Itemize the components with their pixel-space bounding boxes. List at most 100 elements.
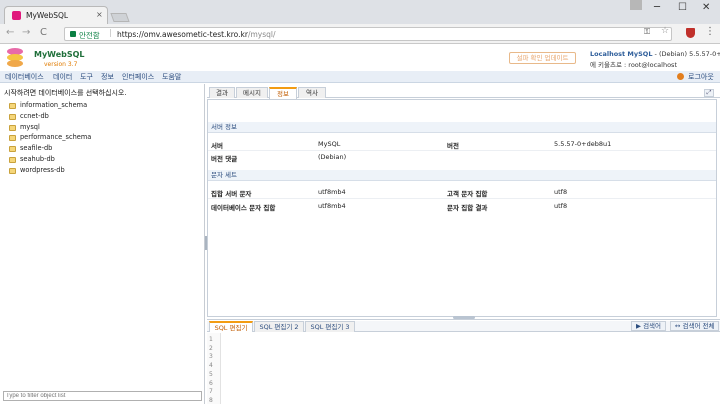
database-item[interactable]: seahub-db <box>6 155 91 166</box>
charset-header: 문자 세트 <box>208 170 716 181</box>
database-logo-icon <box>5 47 27 69</box>
sql-editor-panel: SQL 편집기 SQL 편집기 2 SQL 편집기 3 ▶ 검색어 ↔ 검색어 … <box>207 319 720 404</box>
database-item[interactable]: ccnet-db <box>6 112 91 123</box>
result-charset-label: 문자 집합 결과 <box>447 204 488 212</box>
database-item-label: information_schema <box>20 101 88 109</box>
user-info: 에 키울츠로 : root@localhost <box>590 61 677 69</box>
line-number: 2 <box>209 344 213 352</box>
database-item[interactable]: mysql <box>6 123 91 134</box>
version-value: 5.5.57-0+deb8u1 <box>554 140 612 148</box>
star-icon[interactable]: ☆ <box>661 26 669 36</box>
tab-title: MyWebSQL <box>26 11 69 20</box>
browser-window: MyWebSQL × ─ ☐ ✕ ← → C 안전함 | https://omv… <box>0 0 720 404</box>
secure-label: 안전함 <box>79 31 100 40</box>
back-icon[interactable]: ← <box>6 27 14 38</box>
database-item-label: performance_schema <box>20 133 92 142</box>
reload-icon[interactable]: C <box>40 27 47 38</box>
version-comment-value: (Debian) <box>318 153 347 161</box>
key-icon[interactable]: ⚿ <box>644 27 650 37</box>
result-charset-value: utf8 <box>554 202 568 210</box>
database-list: information_schema ccnet-db mysql performan… <box>6 101 91 177</box>
lock-icon <box>70 31 76 37</box>
database-icon <box>9 113 16 120</box>
database-icon <box>9 156 16 163</box>
server-charset-label: 집합 서버 문자 <box>211 190 252 198</box>
database-item[interactable]: information_schema <box>6 101 91 112</box>
app-title: MyWebSQL <box>34 50 85 59</box>
results-panel: 결과 메시지 정보 역사 ⤢ 서버 정보 서버 MySQL 버전 5.5.57-… <box>207 84 720 319</box>
connection-info: Localhost MySQL - (Debian) 5.5.57-0+deb8… <box>590 50 720 58</box>
profile-icon[interactable] <box>630 0 642 10</box>
database-item-label: wordpress-db <box>20 165 65 174</box>
database-icon <box>9 103 16 109</box>
browser-tab[interactable]: MyWebSQL × <box>4 6 108 24</box>
new-tab-button[interactable] <box>110 13 130 22</box>
database-item-label: mysql <box>20 122 40 131</box>
editor-tabs: SQL 편집기 SQL 편집기 2 SQL 편집기 3 ▶ 검색어 ↔ 검색어 … <box>207 321 720 332</box>
line-number: 3 <box>209 353 213 361</box>
url-separator: | <box>109 28 112 37</box>
url-input[interactable]: 안전함 | https://omv.awesometic-test.kro.kr… <box>64 27 672 41</box>
object-panel-title: 시작하려면 데이터베이스를 선택하십시오. <box>4 89 127 97</box>
server-value: MySQL <box>318 140 341 148</box>
database-item-label: seahub-db <box>20 154 55 163</box>
tab-strip: MyWebSQL × ─ ☐ ✕ <box>0 0 720 24</box>
app-header: MyWebSQL version 3.7 설파 확인 업데이트 Localhos… <box>0 44 720 71</box>
logout-link[interactable]: 로그아웃 <box>688 72 714 82</box>
menu-bar: 데이터베이스 데이터 도구 정보 인터페이스 도움말 로그아웃 <box>0 71 720 83</box>
tab-messages[interactable]: 메시지 <box>236 87 268 98</box>
menu-database[interactable]: 데이터베이스 <box>5 72 44 82</box>
app-version: version 3.7 <box>44 61 78 68</box>
database-charset-value: utf8mb4 <box>318 202 346 210</box>
server-charset-value: utf8mb4 <box>318 188 346 196</box>
menu-data[interactable]: 데이터 <box>53 72 72 82</box>
tab-history[interactable]: 역사 <box>298 87 326 98</box>
line-number: 8 <box>209 396 213 404</box>
tab-sql-editor-2[interactable]: SQL 편집기 2 <box>254 321 304 332</box>
database-item-label: ccnet-db <box>20 111 49 120</box>
minimize-button[interactable]: ─ <box>654 2 660 13</box>
server-info-header: 서버 정보 <box>208 122 716 133</box>
line-number: 7 <box>209 388 213 396</box>
tab-sql-editor-1[interactable]: SQL 편집기 <box>209 321 253 332</box>
address-bar: ← → C 안전함 | https://omv.awesometic-test.… <box>0 24 720 44</box>
menu-help[interactable]: 도움말 <box>162 72 181 82</box>
browser-menu-icon[interactable]: ⋮ <box>705 26 715 37</box>
object-panel: 시작하려면 데이터베이스를 선택하십시오. information_schema… <box>0 84 205 404</box>
object-filter-input[interactable] <box>3 391 202 401</box>
line-number: 5 <box>209 370 213 378</box>
line-number: 6 <box>209 379 213 387</box>
tab-results[interactable]: 결과 <box>209 87 235 98</box>
maximize-button[interactable]: ☐ <box>678 2 687 13</box>
search-all-button[interactable]: ↔ 검색어 전체 <box>670 321 720 331</box>
database-charset-label: 데이터베이스 문자 집합 <box>211 204 276 212</box>
search-button[interactable]: ▶ 검색어 <box>631 321 667 331</box>
database-item[interactable]: seafile-db <box>6 144 91 155</box>
menu-info[interactable]: 정보 <box>101 72 114 82</box>
line-number-gutter: 12345678 <box>207 333 221 404</box>
database-item[interactable]: performance_schema <box>6 133 91 144</box>
extension-shield-icon[interactable] <box>686 28 695 38</box>
results-tabs: 결과 메시지 정보 역사 ⤢ <box>207 87 720 99</box>
mywebsql-favicon-icon <box>12 11 21 20</box>
menu-interface[interactable]: 인터페이스 <box>122 72 154 82</box>
client-charset-value: utf8 <box>554 188 568 196</box>
forward-icon[interactable]: → <box>22 27 30 38</box>
tab-sql-editor-3[interactable]: SQL 편집기 3 <box>305 321 355 332</box>
expand-icon[interactable]: ⤢ <box>704 89 714 97</box>
close-window-button[interactable]: ✕ <box>702 2 710 13</box>
line-number: 4 <box>209 362 213 370</box>
update-check-button[interactable]: 설파 확인 업데이트 <box>509 52 576 64</box>
tab-close-icon[interactable]: × <box>96 10 103 19</box>
database-icon <box>9 146 16 153</box>
database-item-label: seafile-db <box>20 144 53 153</box>
tab-info[interactable]: 정보 <box>269 87 297 99</box>
version-comment-label: 버전 댓글 <box>211 155 238 163</box>
database-item[interactable]: wordpress-db <box>6 166 91 177</box>
menu-tools[interactable]: 도구 <box>80 72 93 82</box>
database-icon <box>9 135 16 142</box>
logout-icon[interactable] <box>677 73 684 80</box>
line-number: 1 <box>209 336 213 343</box>
server-info-panel: 서버 정보 서버 MySQL 버전 5.5.57-0+deb8u1 버전 댓글 … <box>207 99 717 317</box>
database-icon <box>9 167 16 174</box>
